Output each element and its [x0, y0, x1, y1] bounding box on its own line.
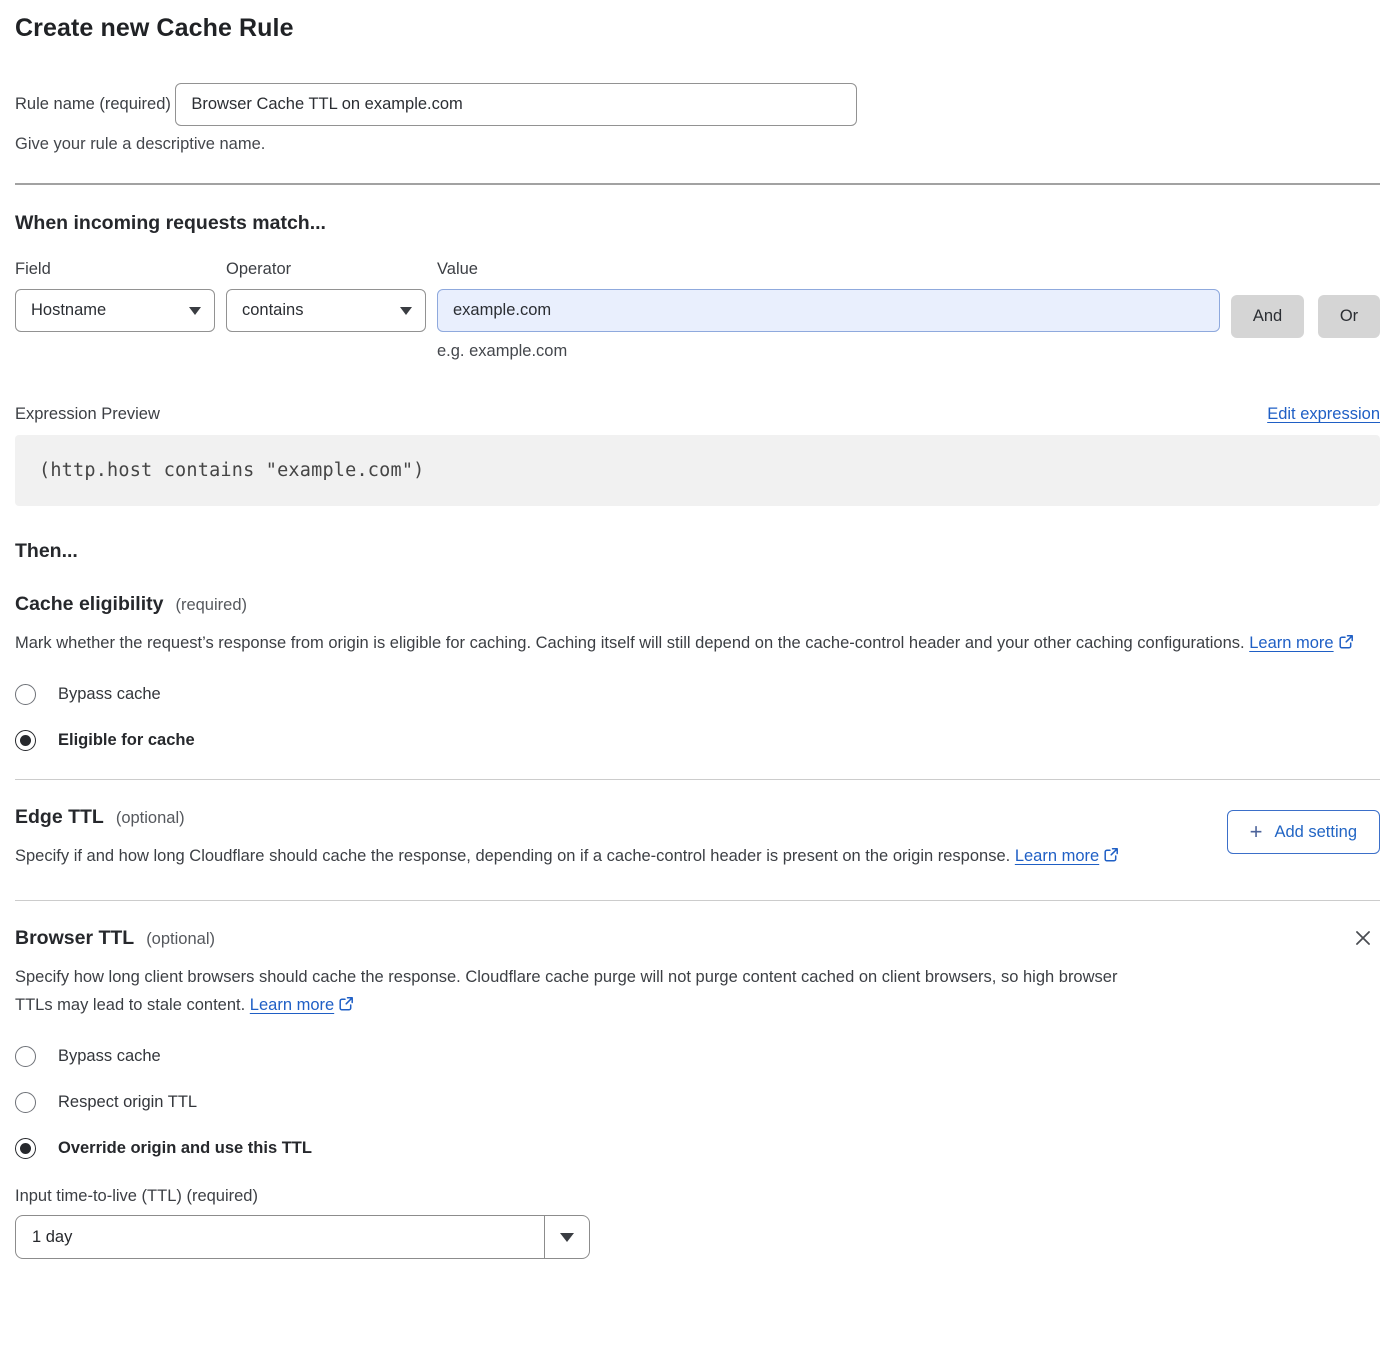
radio-label: Bypass cache	[58, 685, 161, 704]
value-label: Value	[437, 260, 1220, 279]
radio-label: Override origin and use this TTL	[58, 1139, 312, 1158]
radio-label: Eligible for cache	[58, 731, 195, 750]
external-link-icon	[1338, 631, 1354, 659]
divider	[15, 779, 1380, 780]
browser-ttl-radio-group: Bypass cache Respect origin TTL Override…	[15, 1046, 1380, 1159]
field-label: Field	[15, 260, 215, 279]
field-select-value: Hostname	[31, 301, 106, 320]
divider	[15, 183, 1380, 185]
plus-icon: +	[1250, 821, 1263, 843]
radio-label: Respect origin TTL	[58, 1093, 197, 1112]
ttl-select-arrow-button[interactable]	[544, 1216, 589, 1258]
close-icon[interactable]	[1348, 923, 1378, 953]
rule-name-input[interactable]	[175, 83, 857, 126]
cache-eligibility-description-text: Mark whether the request’s response from…	[15, 634, 1245, 652]
expression-preview-label: Expression Preview	[15, 405, 160, 424]
or-button[interactable]: Or	[1318, 295, 1380, 338]
edge-ttl-description: Specify if and how long Cloudflare shoul…	[15, 842, 1119, 872]
browser-ttl-description: Specify how long client browsers should …	[15, 963, 1145, 1021]
rule-name-label: Rule name (required)	[15, 95, 171, 113]
radio-icon	[15, 730, 36, 751]
value-input[interactable]	[437, 289, 1220, 332]
then-heading: Then...	[15, 540, 1380, 563]
expression-code: (http.host contains "example.com")	[39, 460, 425, 481]
value-helper: e.g. example.com	[437, 342, 1220, 361]
expression-preview-header: Expression Preview Edit expression	[15, 405, 1380, 424]
operator-select[interactable]: contains	[226, 289, 426, 332]
operator-label: Operator	[226, 260, 426, 279]
chevron-down-icon	[560, 1233, 574, 1242]
cache-eligibility-title-row: Cache eligibility (required)	[15, 593, 1380, 616]
chevron-down-icon	[189, 307, 201, 315]
value-column: Value e.g. example.com	[437, 260, 1220, 361]
browser-ttl-learn-more-link[interactable]: Learn more	[250, 996, 334, 1014]
radio-override-origin-ttl[interactable]: Override origin and use this TTL	[15, 1138, 1380, 1159]
edge-ttl-learn-more-link[interactable]: Learn more	[1015, 847, 1099, 865]
divider	[15, 900, 1380, 901]
browser-ttl-section: Browser TTL (optional) Specify how long …	[15, 927, 1380, 1259]
cache-eligibility-section: Cache eligibility (required) Mark whethe…	[15, 593, 1380, 751]
operator-select-value: contains	[242, 301, 303, 320]
browser-ttl-title-row: Browser TTL (optional)	[15, 927, 1380, 950]
cache-eligibility-title: Cache eligibility	[15, 593, 163, 616]
expression-code-block: (http.host contains "example.com")	[15, 435, 1380, 506]
radio-label: Bypass cache	[58, 1047, 161, 1066]
radio-bypass-cache[interactable]: Bypass cache	[15, 684, 1380, 705]
radio-icon	[15, 684, 36, 705]
edge-ttl-description-text: Specify if and how long Cloudflare shoul…	[15, 847, 1010, 865]
radio-icon	[15, 1046, 36, 1067]
external-link-icon	[1103, 844, 1119, 872]
field-column: Field Hostname	[15, 260, 215, 332]
operator-column: Operator contains	[226, 260, 426, 332]
create-cache-rule-form: Create new Cache Rule Rule name (require…	[0, 0, 1400, 1279]
field-select[interactable]: Hostname	[15, 289, 215, 332]
radio-icon	[15, 1138, 36, 1159]
edit-expression-link[interactable]: Edit expression	[1267, 405, 1380, 424]
page-title: Create new Cache Rule	[15, 14, 1380, 43]
match-condition-row: Field Hostname Operator contains Value e…	[15, 260, 1380, 361]
radio-eligible-for-cache[interactable]: Eligible for cache	[15, 730, 1380, 751]
add-setting-label: Add setting	[1274, 823, 1357, 842]
edge-ttl-title-row: Edge TTL (optional)	[15, 806, 1119, 829]
radio-bypass-cache-browser[interactable]: Bypass cache	[15, 1046, 1380, 1067]
cache-eligibility-qualifier: (required)	[175, 596, 247, 615]
radio-icon	[15, 1092, 36, 1113]
rule-name-helper: Give your rule a descriptive name.	[15, 135, 1380, 154]
browser-ttl-title: Browser TTL	[15, 927, 134, 950]
cache-eligibility-radio-group: Bypass cache Eligible for cache	[15, 684, 1380, 751]
cache-eligibility-description: Mark whether the request’s response from…	[15, 629, 1365, 659]
browser-ttl-qualifier: (optional)	[146, 930, 215, 949]
cache-eligibility-learn-more-link[interactable]: Learn more	[1249, 634, 1333, 652]
edge-ttl-qualifier: (optional)	[116, 809, 185, 828]
add-setting-button[interactable]: + Add setting	[1227, 810, 1380, 854]
rule-name-section: Rule name (required) Give your rule a de…	[15, 74, 1380, 154]
ttl-select-value: 1 day	[16, 1216, 544, 1258]
radio-respect-origin-ttl[interactable]: Respect origin TTL	[15, 1092, 1380, 1113]
external-link-icon	[338, 993, 354, 1021]
browser-ttl-description-text: Specify how long client browsers should …	[15, 968, 1117, 1014]
ttl-select[interactable]: 1 day	[15, 1215, 590, 1259]
ttl-input-label: Input time-to-live (TTL) (required)	[15, 1187, 1380, 1206]
chevron-down-icon	[400, 307, 412, 315]
and-button[interactable]: And	[1231, 295, 1304, 338]
match-heading: When incoming requests match...	[15, 212, 1380, 235]
edge-ttl-title: Edge TTL	[15, 806, 104, 829]
edge-ttl-section: Edge TTL (optional) Specify if and how l…	[15, 806, 1380, 872]
